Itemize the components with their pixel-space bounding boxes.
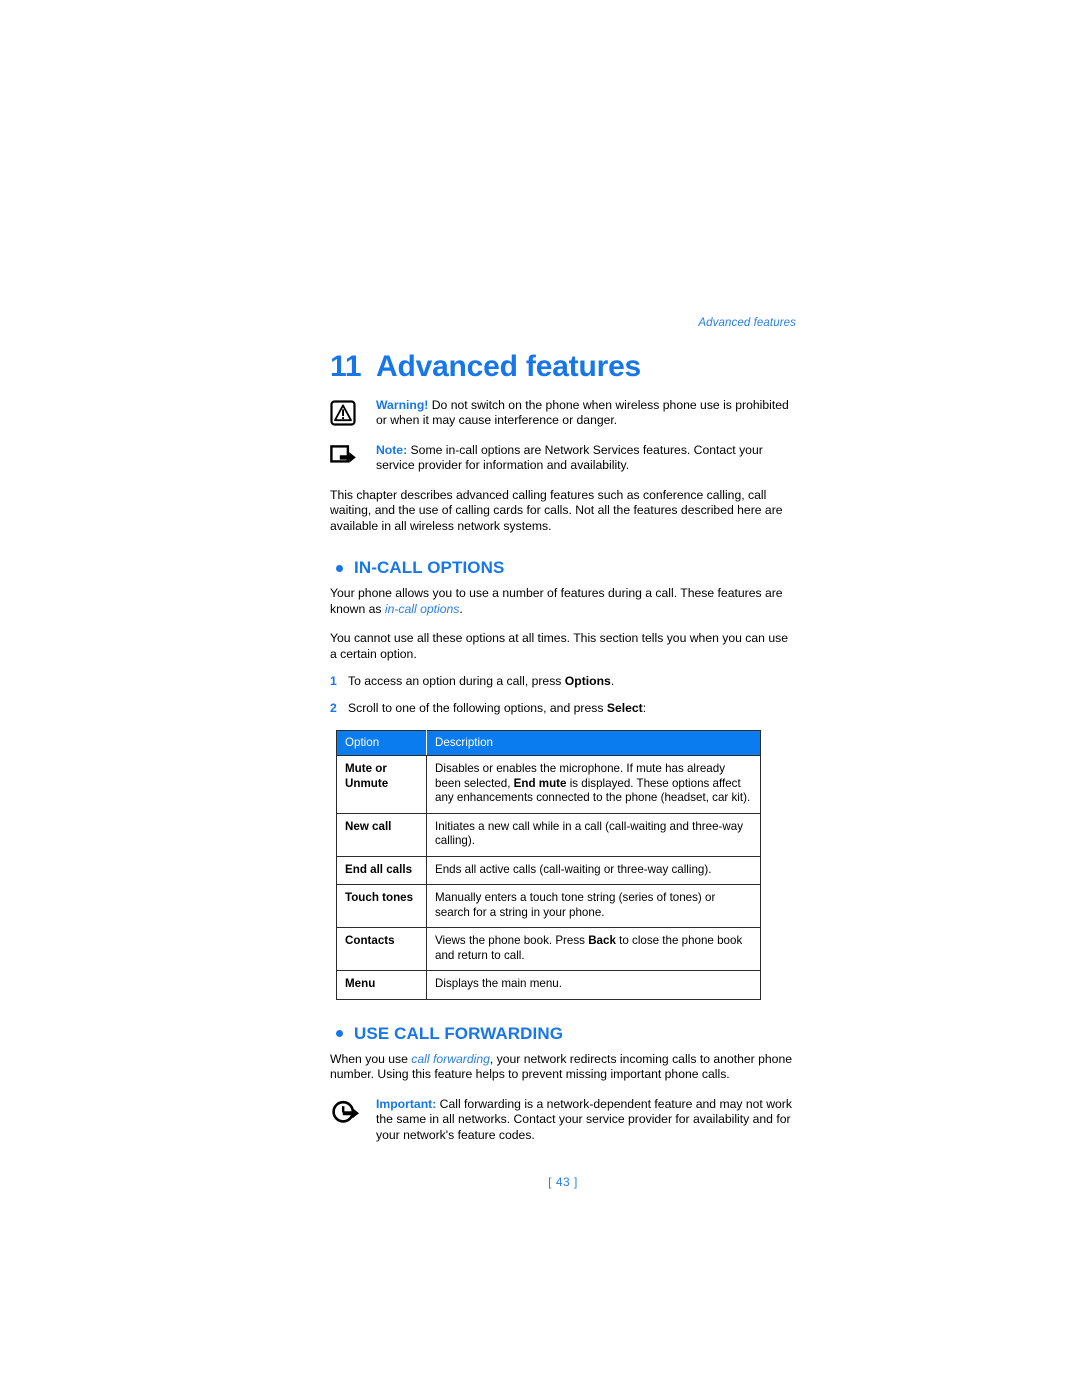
page-title: 11 Advanced features	[330, 350, 796, 384]
cell-description: Displays the main menu.	[427, 971, 761, 1000]
note-notice: Note: Some in-call options are Network S…	[330, 443, 796, 474]
step-item: 1 To access an option during a call, pre…	[330, 674, 796, 690]
desc-part-a: Initiates a new call while in a call (ca…	[435, 819, 744, 848]
cell-option: Mute or Unmute	[336, 755, 427, 814]
step-text-b: .	[610, 674, 615, 689]
desc-part-a: Views the phone book. Press	[435, 934, 589, 948]
in-call-para1-part-b: .	[459, 601, 463, 616]
chapter-name: Advanced features	[376, 349, 642, 383]
page-number: [ 43 ]	[548, 1175, 578, 1190]
important-notice: Important: Call forwarding is a network-…	[330, 1097, 796, 1144]
table-row: Mute or Unmute Disables or enables the m…	[336, 755, 761, 814]
in-call-options-term: in-call options	[384, 601, 460, 616]
cell-description: Disables or enables the microphone. If m…	[426, 755, 761, 814]
note-body: Some in-call options are Network Service…	[376, 442, 763, 473]
note-arrow-icon	[330, 443, 376, 469]
step-number: 1	[330, 674, 337, 689]
section-heading-use-call-forwarding: USE CALL FORWARDING	[330, 1024, 796, 1044]
cf-para-part-a: When you use	[330, 1051, 412, 1066]
table-header-row: Option Description	[336, 730, 761, 757]
step-text-b: :	[642, 700, 647, 715]
cell-option: Contacts	[336, 927, 427, 972]
document-page: Advanced features 11 Advanced features W…	[0, 0, 1080, 1397]
cell-option: New call	[336, 813, 427, 857]
cell-description: Initiates a new call while in a call (ca…	[426, 813, 761, 857]
important-label: Important:	[376, 1096, 437, 1111]
section-heading-in-call-options: IN-CALL OPTIONS	[330, 558, 796, 578]
in-call-paragraph-1: Your phone allows you to use a number of…	[330, 586, 796, 617]
important-body: Call forwarding is a network-dependent f…	[376, 1096, 792, 1142]
section-title-text: USE CALL FORWARDING	[354, 1023, 564, 1043]
in-call-options-table: Option Description Mute or Unmute Disabl…	[336, 730, 761, 1000]
cell-option: Menu	[336, 970, 427, 1000]
chapter-number: 11	[330, 349, 362, 383]
step-keyword: Options	[564, 674, 611, 689]
warning-notice-text: Warning! Do not switch on the phone when…	[376, 398, 796, 429]
step-text: To access an option during a call, press…	[348, 674, 796, 690]
in-call-paragraph-2: You cannot use all these options at all …	[330, 631, 788, 661]
step-text-a: To access an option during a call, press	[348, 674, 565, 689]
page-content: Advanced features 11 Advanced features W…	[330, 317, 796, 1190]
desc-keyword: Back	[588, 934, 616, 948]
table-row: Menu Displays the main menu.	[336, 970, 761, 1000]
column-header-option: Option	[336, 730, 427, 757]
step-text-a: Scroll to one of the following options, …	[348, 700, 607, 715]
bullet-icon	[330, 1030, 354, 1038]
warning-body: Do not switch on the phone when wireless…	[376, 397, 789, 428]
column-header-description: Description	[426, 730, 761, 757]
cell-option: Touch tones	[336, 884, 427, 929]
warning-notice: Warning! Do not switch on the phone when…	[330, 398, 796, 429]
important-circle-arrow-icon	[330, 1097, 376, 1125]
warning-label: Warning!	[376, 397, 429, 412]
step-text: Scroll to one of the following options, …	[348, 701, 796, 717]
note-notice-text: Note: Some in-call options are Network S…	[376, 443, 796, 474]
step-item: 2 Scroll to one of the following options…	[330, 701, 796, 717]
cell-description: Manually enters a touch tone string (ser…	[426, 884, 761, 929]
desc-keyword: End mute	[513, 776, 567, 790]
intro-paragraph: This chapter describes advanced calling …	[330, 487, 783, 533]
cell-description: Ends all active calls (call-waiting or t…	[426, 856, 761, 886]
call-forwarding-term: call forwarding	[411, 1051, 490, 1066]
step-keyword: Select	[606, 700, 643, 715]
bullet-icon	[330, 564, 354, 572]
table-row: New call Initiates a new call while in a…	[336, 813, 761, 857]
table-row: End all calls Ends all active calls (cal…	[336, 856, 761, 886]
warning-triangle-icon	[330, 398, 376, 426]
running-header: Advanced features	[698, 317, 796, 329]
desc-part-a: Displays the main menu.	[435, 977, 562, 991]
table-row: Touch tones Manually enters a touch tone…	[336, 884, 761, 929]
call-forwarding-paragraph: When you use call forwarding, your netwo…	[330, 1052, 796, 1083]
important-notice-text: Important: Call forwarding is a network-…	[376, 1097, 796, 1144]
section-title-text: IN-CALL OPTIONS	[354, 558, 505, 577]
desc-part-a: Manually enters a touch tone string (ser…	[435, 891, 716, 919]
cell-description: Views the phone book. Press Back to clos…	[426, 927, 761, 972]
step-number: 2	[330, 700, 337, 715]
cell-option: End all calls	[336, 856, 427, 886]
table-row: Contacts Views the phone book. Press Bac…	[336, 927, 761, 972]
desc-part-a: Ends all active calls (call-waiting or t…	[435, 862, 712, 876]
note-label: Note:	[376, 442, 408, 457]
